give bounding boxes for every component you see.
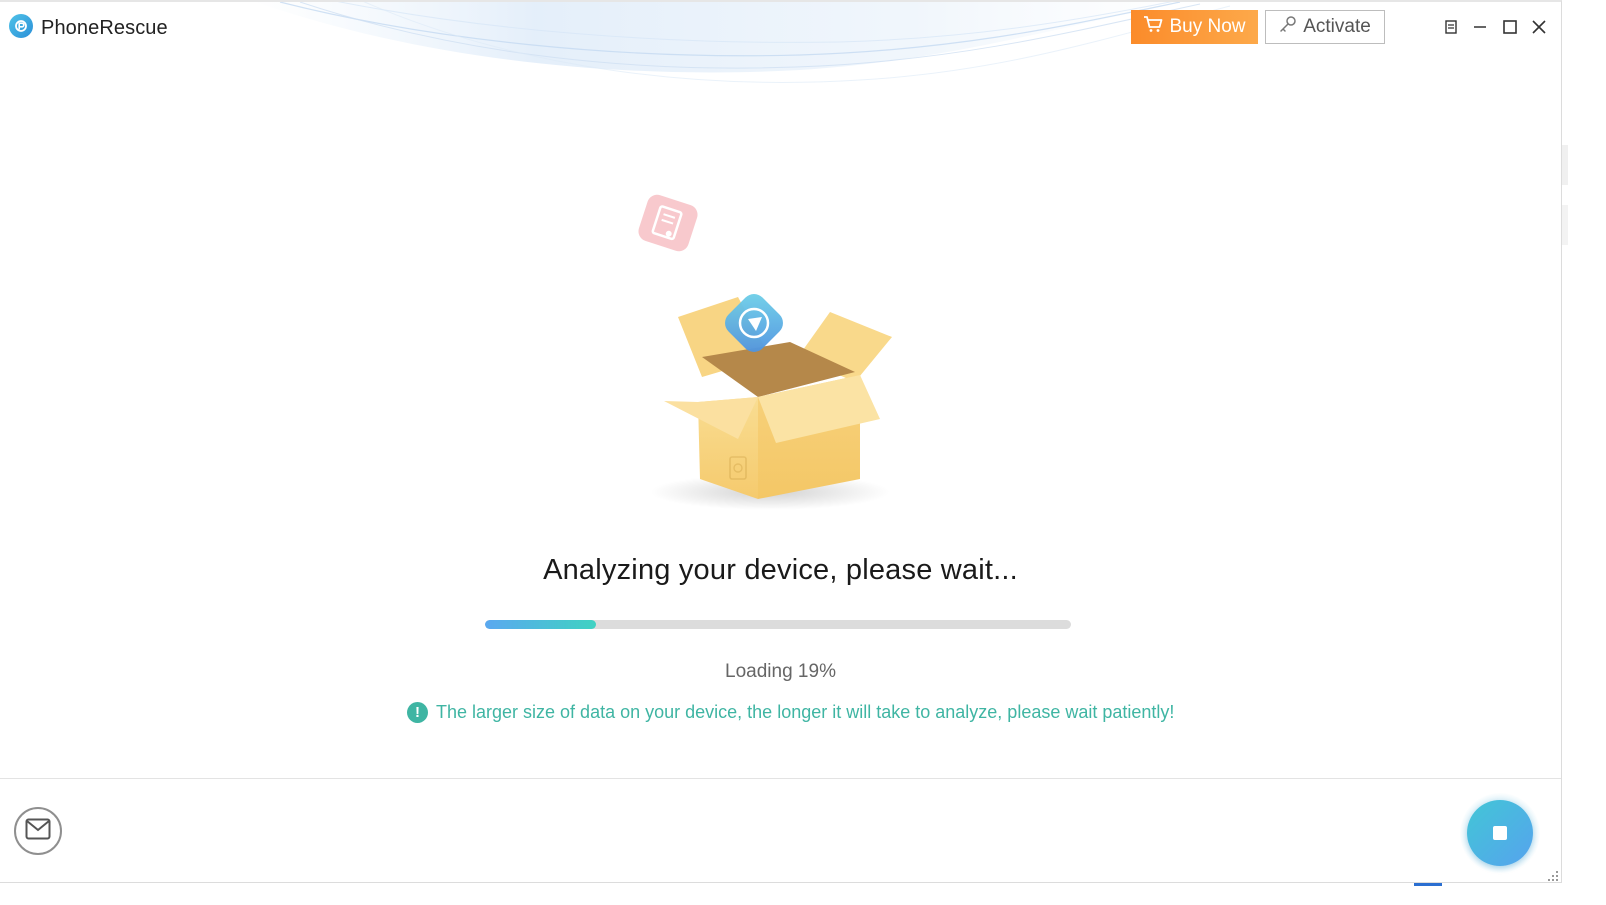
stop-button-circle [1467,800,1533,866]
loading-status: Loading 19% [725,661,836,682]
activate-button[interactable]: Activate [1265,10,1385,44]
resize-grip-icon[interactable] [1545,868,1559,882]
phonerescue-logo-icon [9,14,33,38]
hint-text: The larger size of data on your device, … [436,701,1175,722]
close-icon[interactable] [1528,16,1550,38]
stop-button[interactable] [1460,793,1540,873]
progress-bar [485,620,1071,629]
title-bar: PhoneRescue Buy Now Activate [0,2,1561,83]
stop-icon [1493,826,1507,840]
menu-icon[interactable] [1440,16,1462,38]
buy-now-button[interactable]: Buy Now [1131,10,1258,44]
mail-icon [25,818,51,845]
analyzing-headline: Analyzing your device, please wait... [543,554,1018,586]
music-file-icon [638,194,698,252]
feedback-mail-button[interactable] [14,807,62,855]
activate-label: Activate [1303,16,1371,37]
cart-icon [1143,15,1163,39]
app-title: PhoneRescue [41,17,168,39]
progress-bar-fill [485,620,597,629]
background-edge [1562,0,1606,904]
analyzing-box-illustration [638,194,892,510]
buy-now-label: Buy Now [1169,16,1246,37]
footer-divider [0,778,1561,779]
maximize-icon[interactable] [1499,16,1521,38]
app-window: PhoneRescue Buy Now Activate Analyzing y… [0,0,1562,884]
key-icon [1279,15,1297,39]
info-exclamation-icon: ! [407,701,428,723]
hint-message: ! The larger size of data on your device… [407,700,1174,724]
taskbar-edge [0,882,1562,905]
minimize-icon[interactable] [1469,16,1491,38]
